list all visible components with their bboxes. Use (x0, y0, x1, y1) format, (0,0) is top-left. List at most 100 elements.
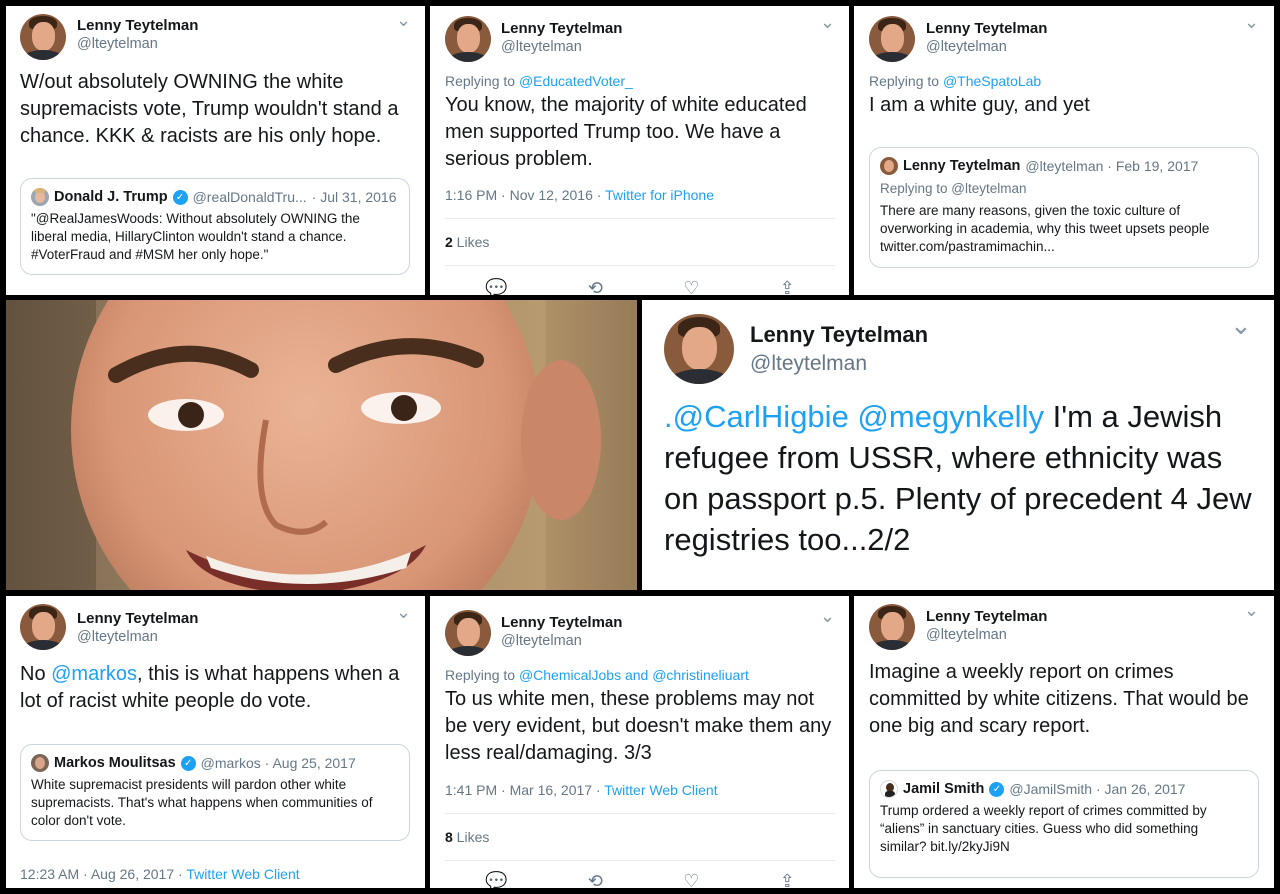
quoted-handle: @realDonaldTru... (192, 189, 307, 205)
quoted-date: · Jul 31, 2016 (311, 189, 397, 205)
tweet-card-6: Lenny Teytelman @lteytelman ⌄ Replying t… (430, 596, 849, 888)
divider (445, 218, 835, 219)
mention-link[interactable]: @megynkelly (849, 399, 1044, 434)
tweet-client-link[interactable]: Twitter Web Client (186, 866, 299, 882)
tweet-time[interactable]: 12:23 AM · Aug 26, 2017 · (20, 866, 186, 882)
avatar[interactable] (445, 16, 491, 62)
likes-count[interactable]: 2 Likes (445, 234, 489, 250)
chevron-down-icon[interactable]: ⌄ (396, 10, 411, 31)
tweet-text: To us white men, these problems may not … (445, 688, 832, 764)
reply-mention-link[interactable]: @ChemicalJobs and @christineliuart (519, 667, 749, 683)
replying-prefix: Replying to (869, 73, 943, 89)
retweet-icon[interactable]: ⟲ (588, 278, 603, 295)
mention-link[interactable]: .@CarlHigbie (664, 399, 849, 434)
quoted-handle: @lteytelman · Feb 19, 2017 (1025, 158, 1199, 174)
avatar[interactable] (869, 16, 915, 62)
avatar (31, 188, 49, 206)
tweet-client-link[interactable]: Twitter for iPhone (605, 187, 714, 203)
tweet-time[interactable]: 1:16 PM · Nov 12, 2016 · (445, 187, 605, 203)
tweet-header: Lenny Teytelman @lteytelman (20, 14, 198, 60)
share-icon[interactable]: ⇪ (780, 871, 795, 888)
chevron-down-icon[interactable]: ⌄ (1244, 600, 1259, 621)
replying-to: Replying to @EducatedVoter_ (445, 73, 633, 89)
display-name[interactable]: Lenny Teytelman (750, 322, 928, 348)
display-name[interactable]: Lenny Teytelman (926, 608, 1047, 625)
avatar[interactable] (20, 14, 66, 60)
tweet-text-pre: No (20, 663, 52, 685)
reply-icon[interactable]: 💬 (485, 278, 507, 295)
divider (445, 813, 835, 814)
quoted-tweet[interactable]: Lenny Teytelman @lteytelman · Feb 19, 20… (869, 147, 1259, 268)
avatar[interactable] (445, 610, 491, 656)
avatar[interactable] (664, 314, 734, 384)
user-handle[interactable]: @lteytelman (750, 352, 928, 376)
likes-number: 8 (445, 829, 453, 845)
replying-to: Replying to @TheSpatoLab (869, 73, 1041, 89)
mention-link[interactable]: @markos (51, 663, 137, 685)
tweet-text: You know, the majority of white educated… (445, 94, 807, 170)
like-icon[interactable]: ♡ (683, 871, 699, 888)
display-name[interactable]: Lenny Teytelman (77, 17, 198, 34)
tweet-card-3: Lenny Teytelman @lteytelman ⌄ Replying t… (854, 6, 1274, 295)
display-name[interactable]: Lenny Teytelman (501, 614, 622, 631)
user-handle[interactable]: @lteytelman (501, 39, 622, 55)
avatar (880, 157, 898, 175)
quoted-text: White supremacist presidents will pardon… (31, 777, 373, 828)
display-name[interactable]: Lenny Teytelman (501, 20, 622, 37)
display-name[interactable]: Lenny Teytelman (926, 20, 1047, 37)
chevron-down-icon[interactable]: ⌄ (820, 12, 835, 33)
retweet-icon[interactable]: ⟲ (588, 871, 603, 888)
tweet-text: .@CarlHigbie @megynkelly I'm a Jewish re… (664, 396, 1264, 560)
tweet-card-1: Lenny Teytelman @lteytelman ⌄ W/out abso… (6, 6, 425, 295)
tweet-card-2: Lenny Teytelman @lteytelman ⌄ Replying t… (430, 6, 849, 295)
quoted-text: Trump ordered a weekly report of crimes … (880, 803, 1207, 854)
quoted-tweet[interactable]: Markos Moulitsas ✓ @markos · Aug 25, 201… (20, 744, 410, 841)
reply-mention-link[interactable]: @TheSpatoLab (943, 73, 1041, 89)
quoted-text: There are many reasons, given the toxic … (880, 203, 1210, 254)
tweet-header: Lenny Teytelman @lteytelman (664, 314, 928, 384)
quoted-tweet[interactable]: Donald J. Trump ✓ @realDonaldTru... · Ju… (20, 178, 410, 275)
likes-label: Likes (452, 234, 490, 250)
divider (445, 265, 835, 266)
tweet-time[interactable]: 1:41 PM · Mar 16, 2017 · (445, 782, 604, 798)
tweet-timestamp: 1:16 PM · Nov 12, 2016 · Twitter for iPh… (445, 187, 714, 203)
tweet-header: Lenny Teytelman @lteytelman (869, 604, 1047, 650)
tweet-text: Imagine a weekly report on crimes commit… (869, 661, 1249, 737)
quoted-tweet[interactable]: Jamil Smith ✓ @JamilSmith · Jan 26, 2017… (869, 770, 1259, 878)
display-name[interactable]: Lenny Teytelman (77, 610, 198, 627)
reply-icon[interactable]: 💬 (485, 871, 507, 888)
user-handle[interactable]: @lteytelman (926, 627, 1047, 643)
quoted-display-name: Markos Moulitsas (54, 755, 176, 771)
tweet-text: I am a white guy, and yet (869, 94, 1090, 116)
chevron-down-icon[interactable]: ⌄ (396, 602, 411, 623)
user-handle[interactable]: @lteytelman (926, 39, 1047, 55)
tweet-text: No @markos, this is what happens when a … (20, 661, 420, 715)
tweet-header: Lenny Teytelman @lteytelman (20, 604, 198, 650)
like-icon[interactable]: ♡ (683, 278, 699, 295)
replying-to: Replying to @ChemicalJobs and @christine… (445, 667, 749, 683)
avatar[interactable] (20, 604, 66, 650)
share-icon[interactable]: ⇪ (780, 278, 795, 295)
verified-badge-icon: ✓ (172, 189, 188, 205)
chevron-down-icon[interactable]: ⌄ (1244, 12, 1259, 33)
tweet-card-5: Lenny Teytelman @lteytelman ⌄ No @markos… (6, 596, 425, 888)
profile-photo (6, 300, 637, 590)
replying-prefix: Replying to (445, 667, 519, 683)
replying-prefix: Replying to (445, 73, 519, 89)
tweet-client-link[interactable]: Twitter Web Client (604, 782, 717, 798)
likes-number: 2 (445, 234, 453, 250)
tweet-card-4: Lenny Teytelman @lteytelman ⌄ .@CarlHigb… (642, 300, 1274, 590)
user-handle[interactable]: @lteytelman (501, 633, 622, 649)
user-handle[interactable]: @lteytelman (77, 629, 198, 645)
reply-mention-link[interactable]: @EducatedVoter_ (519, 73, 633, 89)
tweet-header: Lenny Teytelman @lteytelman (869, 16, 1047, 62)
tweet-actions: 💬 ⟲ ♡ ⇪ (445, 871, 835, 888)
chevron-down-icon[interactable]: ⌄ (820, 606, 835, 627)
user-handle[interactable]: @lteytelman (77, 36, 198, 52)
quoted-display-name: Donald J. Trump (54, 189, 168, 205)
avatar[interactable] (869, 604, 915, 650)
chevron-down-icon[interactable]: ⌄ (1230, 310, 1252, 341)
likes-count[interactable]: 8 Likes (445, 829, 489, 845)
tweet-card-7: Lenny Teytelman @lteytelman ⌄ Imagine a … (854, 596, 1274, 888)
verified-badge-icon: ✓ (180, 755, 196, 771)
